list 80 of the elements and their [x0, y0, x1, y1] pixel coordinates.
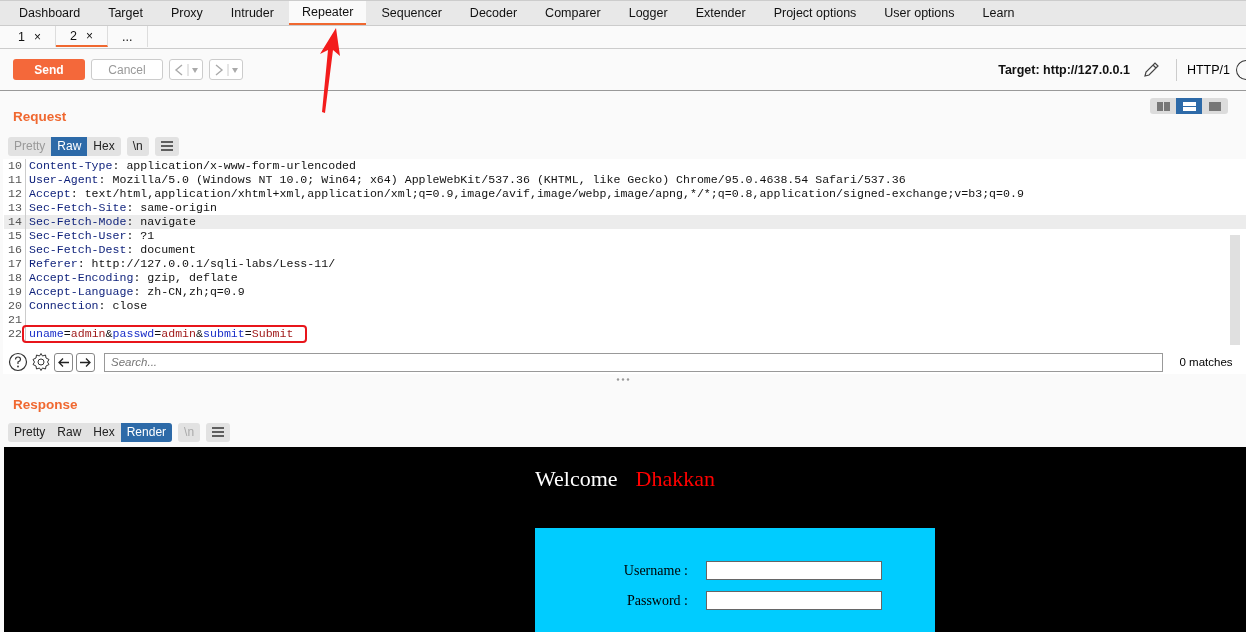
scrollbar[interactable] [1230, 235, 1240, 345]
main-tab[interactable]: Repeater [288, 1, 367, 25]
view-tab[interactable]: Render [120, 422, 173, 442]
line-number: 20 [4, 299, 26, 313]
code-line: Referer: http://127.0.0.1/sqli-labs/Less-11/ [29, 257, 336, 271]
section-title: Response [12, 395, 79, 414]
previous-match-button[interactable] [54, 352, 73, 372]
layout-button[interactable] [1176, 98, 1202, 114]
main-tab[interactable]: Project options [760, 1, 870, 25]
view-tab[interactable]: Raw [51, 136, 88, 156]
code-line: Sec-Fetch-Dest: document [29, 243, 196, 257]
code-line: Sec-Fetch-Site: same-origin [29, 201, 217, 215]
input-field[interactable] [706, 561, 882, 580]
menu-icon [212, 427, 225, 437]
code-line: Content-Type: application/x-www-form-urlencoded [29, 159, 356, 173]
line-number: 16 [4, 243, 26, 257]
code-line: Connection: close [29, 299, 148, 313]
code-line: User-Agent: Mozilla/5.0 (Windows NT 10.0; Win64; x64) AppleWebKit/537.36 (KHTML, like Gecko) Chrome/95.0.4638.54 Safari/537.36 [29, 173, 906, 187]
code-line: Accept-Encoding: gzip, deflate [29, 271, 238, 285]
line-number: 15 [4, 229, 26, 243]
input-field[interactable] [706, 591, 882, 610]
view-tab[interactable]: Pretty [8, 422, 52, 442]
newline-button[interactable]: \n [126, 136, 149, 156]
match-count: 0 matches [1178, 356, 1234, 368]
protocol-label[interactable]: HTTP/1 [1186, 62, 1230, 77]
left-arrow-icon [57, 356, 70, 368]
welcome-text: Welcome [535, 466, 618, 492]
request-editor[interactable] [3, 159, 1246, 350]
main-tab[interactable]: User options [871, 1, 968, 25]
field-label: Username : [622, 562, 688, 579]
line-number: 10 [4, 159, 26, 173]
code-line: Accept: text/html,application/xhtml+xml,application/xml;q=0.9,image/avif,image/webp,image/apng,*/*;q=0.8,application/signed-exchange;v=b3;q=0.9 [29, 187, 1024, 201]
close-icon[interactable]: × [33, 29, 41, 44]
main-tab[interactable]: Logger [615, 1, 681, 25]
code-line: Accept-Language: zh-CN,zh;q=0.9 [29, 285, 245, 299]
code-line: Sec-Fetch-User: ?1 [29, 229, 155, 243]
main-tab[interactable]: Intruder [217, 1, 287, 25]
code-line: Sec-Fetch-Mode: navigate [29, 215, 196, 229]
line-number: 17 [4, 257, 26, 271]
view-tab[interactable]: Hex [87, 422, 121, 442]
request-tab[interactable]: 1 × [4, 26, 56, 47]
close-icon[interactable]: × [85, 28, 93, 43]
menu-icon [160, 141, 173, 151]
menu-button[interactable] [154, 136, 179, 156]
forward-arrow-icon [213, 62, 239, 77]
line-number: 21 [4, 313, 26, 327]
menu-button[interactable] [206, 422, 231, 442]
main-tab[interactable]: Target [95, 1, 156, 25]
single-layout-icon [1208, 101, 1222, 111]
main-tab[interactable]: Proxy [157, 1, 216, 25]
search-field[interactable]: Search... [104, 352, 1163, 372]
request-tab[interactable]: ... [107, 26, 148, 47]
field-label: Password : [625, 592, 688, 609]
pencil-icon[interactable] [1141, 60, 1160, 79]
target-label: Target: http://127.0.0.1 [998, 62, 1130, 77]
line-number: 12 [4, 187, 26, 201]
main-tab[interactable]: Dashboard [6, 1, 94, 25]
next-match-button[interactable] [76, 352, 95, 372]
user-name: Dhakkan [635, 466, 715, 492]
splitter-handle-icon[interactable] [616, 377, 630, 381]
view-tab[interactable]: Raw [51, 422, 88, 442]
line-number: 11 [4, 173, 26, 187]
stacked-layout-icon [1182, 101, 1196, 111]
line-number: 19 [4, 285, 26, 299]
back-arrow-icon [173, 62, 199, 77]
main-tab[interactable]: Comparer [532, 1, 614, 25]
view-tab[interactable]: Hex [87, 136, 121, 156]
settings-icon[interactable] [31, 352, 51, 372]
main-tab[interactable]: Learn [969, 1, 1028, 25]
section-title: Request [12, 107, 68, 126]
split-layout-icon [1156, 101, 1170, 111]
main-tab[interactable]: Decoder [456, 1, 531, 25]
line-number: 18 [4, 271, 26, 285]
right-arrow-icon [79, 356, 92, 368]
code-line: uname=admin&passwd=admin&submit=Submit [29, 327, 294, 341]
request-tab[interactable]: 2 × [55, 26, 108, 47]
line-number: 22 [4, 327, 26, 341]
main-tab[interactable]: Extender [682, 1, 759, 25]
line-number: 14 [4, 215, 26, 229]
main-tab[interactable]: Sequencer [368, 1, 455, 25]
